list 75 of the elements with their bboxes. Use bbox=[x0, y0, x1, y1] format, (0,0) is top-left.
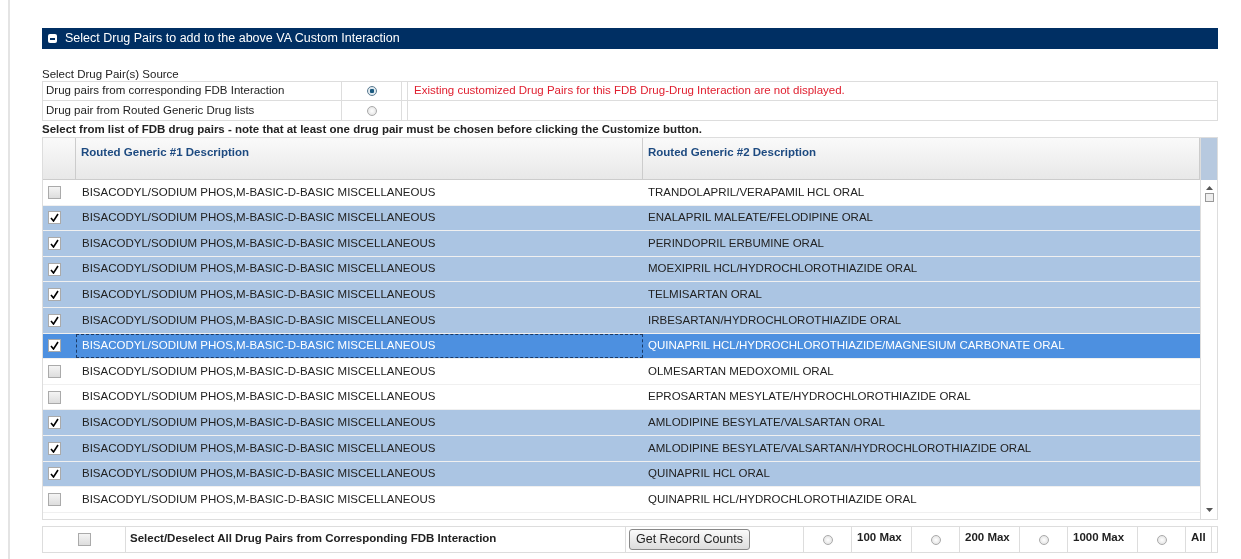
table-cell-text: BISACODYL/SODIUM PHOS,M-BASIC-D-BASIC MISCELLANEOUS bbox=[82, 415, 436, 430]
source-label: Select Drug Pair(s) Source bbox=[42, 68, 180, 81]
checkbox[interactable] bbox=[48, 364, 61, 378]
table-cell-text: BISACODYL/SODIUM PHOS,M-BASIC-D-BASIC MISCELLANEOUS bbox=[82, 287, 436, 303]
table-cell-text: BISACODYL/SODIUM PHOS,M-BASIC-D-BASIC MISCELLANEOUS bbox=[82, 491, 436, 507]
collapse-icon[interactable] bbox=[48, 34, 57, 43]
table-row[interactable]: BISACODYL/SODIUM PHOS,M-BASIC-D-BASIC MISCELLANEOUS PERINDOPRIL ERBUMINE ORAL bbox=[43, 231, 1200, 257]
table-cell-text: QUINAPRIL HCL/HYDROCHLOROTHIAZIDE/MAGNESIUM CARBONATE ORAL bbox=[648, 338, 1065, 354]
table-cell-text: BISACODYL/SODIUM PHOS,M-BASIC-D-BASIC MISCELLANEOUS bbox=[82, 389, 436, 405]
limit-label: 100 Max bbox=[857, 530, 902, 545]
checkbox[interactable] bbox=[48, 339, 61, 353]
table-cell-text: BISACODYL/SODIUM PHOS,M-BASIC-D-BASIC MISCELLANEOUS bbox=[82, 466, 436, 482]
table-cell-text: BISACODYL/SODIUM PHOS,M-BASIC-D-BASIC MISCELLANEOUS bbox=[82, 210, 436, 226]
table-cell-text: BISACODYL/SODIUM PHOS,M-BASIC-D-BASIC MISCELLANEOUS bbox=[82, 235, 436, 251]
header-corner bbox=[1201, 138, 1217, 180]
radio-button[interactable] bbox=[1038, 534, 1049, 545]
table-cell-text: ENALAPRIL MALEATE/FELODIPINE ORAL bbox=[648, 210, 873, 226]
table-cell-text: AMLODIPINE BESYLATE/VALSARTAN/HYDROCHLOROTHIAZIDE ORAL bbox=[648, 440, 1032, 456]
table-cell-text: BISACODYL/SODIUM PHOS,M-BASIC-D-BASIC MISCELLANEOUS bbox=[82, 363, 436, 379]
table-cell-text: BISACODYL/SODIUM PHOS,M-BASIC-D-BASIC MISCELLANEOUS bbox=[82, 440, 436, 456]
table-cell-text: MOEXIPRIL HCL/HYDROCHLOROTHIAZIDE ORAL bbox=[648, 261, 918, 277]
table-row[interactable]: BISACODYL/SODIUM PHOS,M-BASIC-D-BASIC MISCELLANEOUS MOEXIPRIL HCL/HYDROCHLOROTHIAZIDE ORAL bbox=[43, 256, 1200, 283]
checkbox[interactable] bbox=[48, 262, 61, 276]
table-row[interactable]: BISACODYL/SODIUM PHOS,M-BASIC-D-BASIC MISCELLANEOUS AMLODIPINE BESYLATE/VALSARTAN/HYDROCHLOROTHIAZIDE ORAL bbox=[43, 435, 1200, 462]
scroll-up-icon[interactable] bbox=[1205, 186, 1213, 191]
scroll-down-icon[interactable] bbox=[1206, 508, 1213, 513]
checkbox[interactable] bbox=[77, 533, 91, 546]
table-row[interactable]: BISACODYL/SODIUM PHOS,M-BASIC-D-BASIC MISCELLANEOUS ENALAPRIL MALEATE/FELODIPINE ORAL bbox=[43, 205, 1200, 232]
table-row[interactable]: BISACODYL/SODIUM PHOS,M-BASIC-D-BASIC MISCELLANEOUS OLMESARTAN MEDOXOMIL ORAL bbox=[43, 359, 1200, 385]
table-cell-text: QUINAPRIL HCL ORAL bbox=[648, 466, 770, 482]
table-row[interactable]: BISACODYL/SODIUM PHOS,M-BASIC-D-BASIC MISCELLANEOUS QUINAPRIL HCL ORAL bbox=[43, 461, 1200, 488]
table-cell-text: EPROSARTAN MESYLATE/HYDROCHLOROTHIAZIDE ORAL bbox=[648, 389, 971, 405]
table-row[interactable]: BISACODYL/SODIUM PHOS,M-BASIC-D-BASIC MISCELLANEOUS AMLODIPINE BESYLATE/VALSARTAN ORAL bbox=[43, 410, 1200, 436]
table-cell-text: TRANDOLAPRIL/VERAPAMIL HCL ORAL bbox=[648, 184, 865, 200]
source-option-label: Drug pairs from corresponding FDB Interaction bbox=[46, 83, 285, 99]
select-all-label: Select/Deselect All Drug Pairs from Corresponding FDB Interaction bbox=[130, 531, 497, 546]
checkbox[interactable] bbox=[48, 467, 61, 481]
checkbox[interactable] bbox=[48, 313, 61, 327]
checkbox[interactable] bbox=[48, 185, 61, 199]
table-cell-text: BISACODYL/SODIUM PHOS,M-BASIC-D-BASIC MISCELLANEOUS bbox=[82, 261, 436, 277]
radio-button[interactable] bbox=[822, 534, 833, 545]
table-row[interactable]: BISACODYL/SODIUM PHOS,M-BASIC-D-BASIC MISCELLANEOUS TRANDOLAPRIL/VERAPAMIL HCL ORAL bbox=[43, 180, 1200, 206]
table-cell-text: QUINAPRIL HCL/HYDROCHLOROTHIAZIDE ORAL bbox=[648, 491, 917, 507]
checkbox[interactable] bbox=[48, 237, 61, 250]
checkbox[interactable] bbox=[48, 211, 61, 225]
checkbox[interactable] bbox=[48, 288, 61, 302]
table-cell-text: BISACODYL/SODIUM PHOS,M-BASIC-D-BASIC MISCELLANEOUS bbox=[82, 338, 436, 354]
table-row[interactable]: BISACODYL/SODIUM PHOS,M-BASIC-D-BASIC MISCELLANEOUS TELMISARTAN ORAL bbox=[43, 282, 1200, 308]
table-cell-text: BISACODYL/SODIUM PHOS,M-BASIC-D-BASIC MISCELLANEOUS bbox=[82, 312, 436, 328]
instruction-text: Select from list of FDB drug pairs - note that at least one drug pair must be chosen before clicking the Customize button. bbox=[42, 122, 704, 137]
table-row[interactable]: BISACODYL/SODIUM PHOS,M-BASIC-D-BASIC MISCELLANEOUS QUINAPRIL HCL/HYDROCHLOROTHIAZIDE ORAL bbox=[43, 487, 1200, 513]
table-cell-text: IRBESARTAN/HYDROCHLOROTHIAZIDE ORAL bbox=[648, 312, 902, 328]
checkbox[interactable] bbox=[48, 492, 61, 506]
section-title: Select Drug Pairs to add to the above VA Custom Interaction bbox=[65, 30, 400, 48]
checkbox[interactable] bbox=[48, 390, 61, 404]
source-option-label: Drug pair from Routed Generic Drug lists bbox=[46, 102, 255, 118]
table-cell-text: BISACODYL/SODIUM PHOS,M-BASIC-D-BASIC MISCELLANEOUS bbox=[82, 184, 436, 200]
get-record-counts-button[interactable]: Get Record Counts bbox=[629, 529, 750, 550]
table-cell-text: PERINDOPRIL ERBUMINE ORAL bbox=[648, 235, 824, 251]
limit-label: 1000 Max bbox=[1073, 530, 1125, 545]
limit-label: All bbox=[1191, 530, 1206, 545]
table-cell-text: TELMISARTAN ORAL bbox=[648, 287, 762, 303]
checkbox[interactable] bbox=[48, 416, 61, 430]
radio-button[interactable] bbox=[930, 534, 941, 545]
table-cell-text: OLMESARTAN MEDOXOMIL ORAL bbox=[648, 363, 834, 379]
checkbox[interactable] bbox=[48, 441, 61, 455]
radio-button[interactable] bbox=[366, 105, 377, 116]
radio-button[interactable] bbox=[1156, 534, 1167, 545]
limit-label: 200 Max bbox=[965, 530, 1010, 545]
table-cell-text: AMLODIPINE BESYLATE/VALSARTAN ORAL bbox=[648, 415, 885, 430]
warning-message: Existing customized Drug Pairs for this FDB Drug-Drug Interaction are not displayed. bbox=[414, 84, 845, 97]
table-row[interactable]: BISACODYL/SODIUM PHOS,M-BASIC-D-BASIC MISCELLANEOUS IRBESARTAN/HYDROCHLOROTHIAZIDE ORAL bbox=[43, 307, 1200, 334]
column-header: Routed Generic #1 Description bbox=[76, 138, 643, 179]
scroll-thumb[interactable] bbox=[1204, 193, 1214, 202]
radio-button[interactable] bbox=[366, 86, 377, 96]
